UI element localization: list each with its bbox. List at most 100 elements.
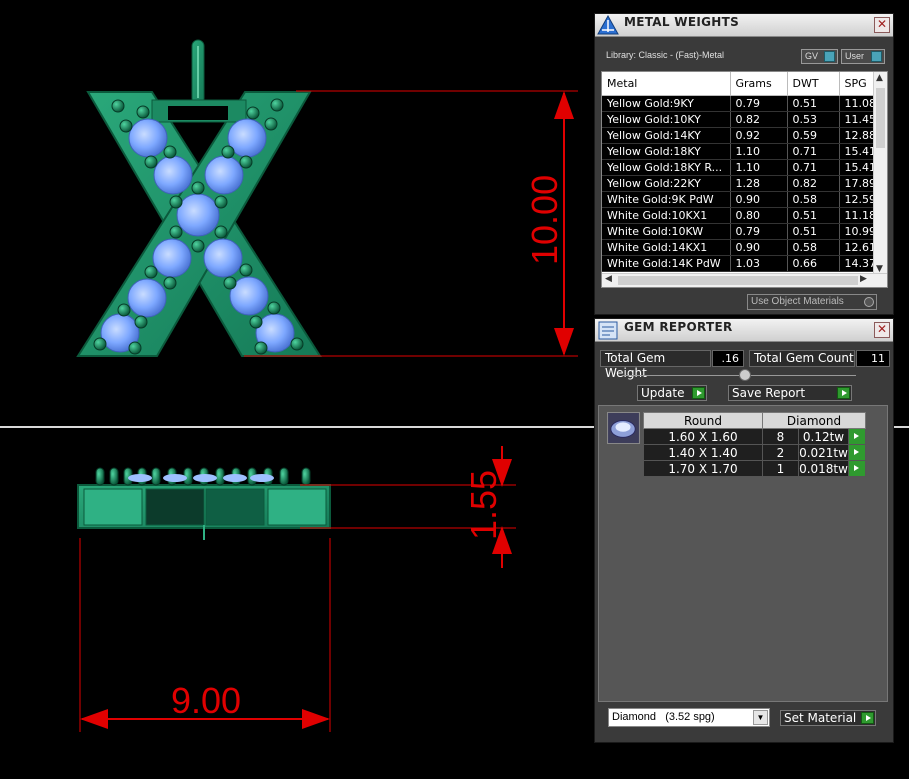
- gem-stone: [152, 238, 192, 278]
- material-select[interactable]: Diamond (3.52 spg) ▼: [608, 708, 770, 727]
- gem-reporter-close-icon[interactable]: ✕: [874, 322, 890, 338]
- column-header-grams[interactable]: Grams: [730, 72, 788, 96]
- metal-row[interactable]: White Gold:10KW 0.79 0.51 10.99: [602, 223, 880, 240]
- gem-row-action-icon[interactable]: [848, 460, 866, 477]
- material-select-value: Diamond (3.52 spg): [612, 711, 715, 723]
- scroll-right-icon[interactable]: ▶: [860, 274, 867, 284]
- metal-weights-icon: [597, 15, 619, 35]
- prong-bead: [144, 265, 158, 279]
- metal-weights-close-icon[interactable]: ✕: [874, 17, 890, 33]
- metal-name-cell: White Gold:14KX1: [602, 239, 731, 256]
- scroll-left-icon[interactable]: ◀: [605, 274, 612, 284]
- metal-row[interactable]: White Gold:14K PdW 1.03 0.66 14.37: [602, 255, 880, 272]
- metal-row[interactable]: Yellow Gold:14KY 0.92 0.59 12.88: [602, 127, 880, 144]
- gem-row-action-icon[interactable]: [848, 444, 866, 461]
- side-gem-crown: [128, 474, 152, 482]
- prong-bead: [117, 303, 131, 317]
- side-prong: [109, 467, 119, 486]
- gem-row[interactable]: 1.70 X 1.70 1 0.018tw: [643, 460, 866, 477]
- gem-reporter-titlebar[interactable]: GEM REPORTER ✕: [595, 319, 893, 342]
- gem-row[interactable]: 1.40 X 1.40 2 0.021tw: [643, 444, 866, 461]
- side-prong: [151, 467, 161, 486]
- gem-row-action-icon[interactable]: [848, 428, 866, 445]
- column-header-dwt[interactable]: DWT: [787, 72, 840, 96]
- prong-bead: [119, 119, 133, 133]
- update-button[interactable]: Update: [637, 385, 707, 401]
- pendant-bail: [191, 39, 205, 105]
- grams-cell: 0.92: [730, 127, 788, 144]
- prong-bead: [93, 337, 107, 351]
- grams-cell: 0.80: [730, 207, 788, 224]
- dwt-cell: 0.51: [787, 207, 840, 224]
- depth-dimension: 1.55: [300, 446, 516, 568]
- dwt-cell: 0.66: [787, 255, 840, 272]
- metal-weights-panel: METAL WEIGHTS ✕ Library: Classic - (Fast…: [594, 13, 894, 315]
- grams-cell: 1.03: [730, 255, 788, 272]
- dwt-cell: 0.82: [787, 175, 840, 192]
- chevron-down-icon[interactable]: ▼: [753, 710, 768, 725]
- dwt-cell: 0.71: [787, 159, 840, 176]
- gem-stone: [176, 193, 220, 237]
- gem-list-area: Round Diamond 1.60 X 1.60 8 0.12tw 1.40 X 1…: [598, 405, 888, 702]
- metal-name-cell: Yellow Gold:9KY: [602, 95, 731, 112]
- metal-row[interactable]: Yellow Gold:10KY 0.82 0.53 11.45: [602, 111, 880, 128]
- metal-name-cell: Yellow Gold:22KY: [602, 175, 731, 192]
- gem-count-cell: 1: [762, 460, 799, 477]
- user-toggle[interactable]: User: [841, 49, 885, 64]
- side-prong: [279, 467, 289, 486]
- metal-name-cell: Yellow Gold:14KY: [602, 127, 731, 144]
- prong-bead: [169, 225, 183, 239]
- set-material-button[interactable]: Set Material: [780, 710, 876, 726]
- vertical-scroll-thumb[interactable]: [876, 88, 885, 148]
- gem-size-cell: 1.60 X 1.60: [643, 428, 763, 445]
- grams-cell: 1.10: [730, 159, 788, 176]
- metal-table: Metal Grams DWT SPG Yellow Gold:9KY 0.79 0…: [601, 71, 888, 288]
- depth-dimension-label: 1.55: [463, 470, 504, 540]
- play-arrow-icon: [692, 387, 705, 399]
- gv-toggle-label: GV: [805, 51, 819, 61]
- metal-row[interactable]: White Gold:14KX1 0.90 0.58 12.61: [602, 239, 880, 256]
- side-prong: [95, 467, 105, 486]
- metal-row[interactable]: White Gold:10KX1 0.80 0.51 11.18: [602, 207, 880, 224]
- prong-bead: [270, 98, 284, 112]
- metal-row[interactable]: Yellow Gold:18KY 1.10 0.71 15.41: [602, 143, 880, 160]
- scroll-up-icon[interactable]: ▲: [876, 73, 883, 83]
- metal-name-cell: White Gold:14K PdW: [602, 255, 731, 272]
- total-gem-count-label: Total Gem Count: [749, 350, 855, 367]
- gem-reporter-title: GEM REPORTER: [624, 320, 733, 334]
- letter-x-side-view: [77, 484, 331, 540]
- gem-header-shape: Round: [643, 412, 763, 429]
- gem-weight-cell: 0.021tw: [798, 444, 849, 461]
- gem-slider-handle[interactable]: [739, 369, 751, 381]
- gem-stone: [127, 278, 167, 318]
- metal-row[interactable]: Yellow Gold:9KY 0.79 0.51 11.08: [602, 95, 880, 112]
- metal-table-horizontal-scrollbar[interactable]: ◀ ▶: [602, 273, 887, 287]
- prong-bead: [111, 99, 125, 113]
- prong-bead: [223, 276, 237, 290]
- save-report-button[interactable]: Save Report: [728, 385, 852, 401]
- prong-bead: [144, 155, 158, 169]
- grams-cell: 1.28: [730, 175, 788, 192]
- round-gem-thumbnail-icon[interactable]: [607, 412, 640, 444]
- metal-name-cell: White Gold:10KX1: [602, 207, 731, 224]
- width-dimension: 9.00: [79, 538, 331, 732]
- gv-toggle[interactable]: GV: [801, 49, 838, 64]
- gem-row[interactable]: 1.60 X 1.60 8 0.12tw: [643, 428, 866, 445]
- prong-bead: [163, 276, 177, 290]
- gem-stone: [153, 155, 193, 195]
- column-header-metal[interactable]: Metal: [602, 72, 731, 96]
- metal-weights-titlebar[interactable]: METAL WEIGHTS ✕: [595, 14, 893, 37]
- use-object-materials-toggle[interactable]: Use Object Materials: [747, 294, 877, 310]
- grams-cell: 1.10: [730, 143, 788, 160]
- prong-bead: [239, 155, 253, 169]
- prong-bead: [191, 239, 205, 253]
- metal-row[interactable]: White Gold:9K PdW 0.90 0.58 12.59: [602, 191, 880, 208]
- metal-row[interactable]: Yellow Gold:18KY R... 1.10 0.71 15.41: [602, 159, 880, 176]
- prong-bead: [214, 225, 228, 239]
- gem-header-material: Diamond: [762, 412, 866, 429]
- gem-stone: [203, 238, 243, 278]
- metal-table-vertical-scrollbar[interactable]: ▲ ▼: [873, 72, 887, 275]
- radio-icon: [864, 297, 874, 307]
- metal-row[interactable]: Yellow Gold:22KY 1.28 0.82 17.89: [602, 175, 880, 192]
- horizontal-scroll-thumb[interactable]: [618, 276, 858, 285]
